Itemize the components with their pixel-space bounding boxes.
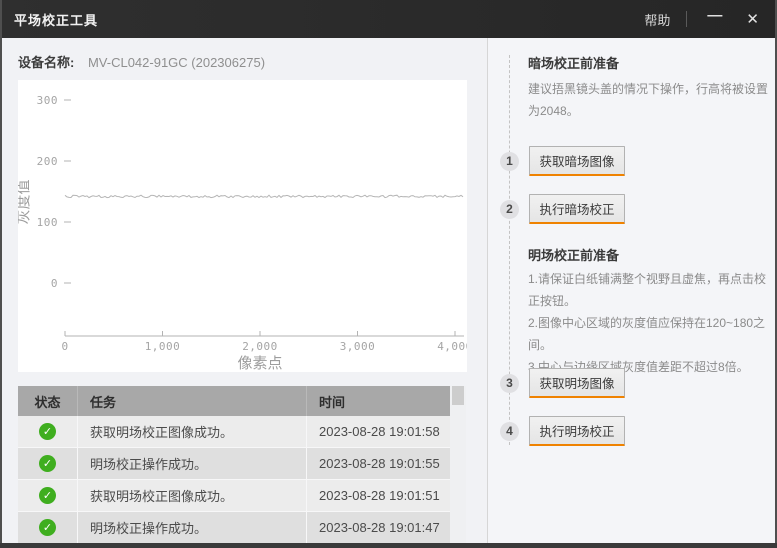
step-number-2: 2: [500, 200, 519, 219]
svg-text:4,000: 4,000: [437, 340, 467, 353]
device-name-label: 设备名称:: [18, 55, 74, 70]
step-number-3: 3: [500, 374, 519, 393]
bright-field-section-title: 明场校正前准备: [528, 245, 768, 264]
dark-field-description: 建议捂黑镜头盖的情况下操作，行高将被设置为2048。: [528, 78, 770, 122]
table-row[interactable]: ✓ 明场校正操作成功。 2023-08-28 19:01:47: [18, 512, 450, 544]
titlebar-separator: [686, 11, 687, 27]
bright-field-notes: 1.请保证白纸铺满整个视野且虚焦，再点击校正按钮。 2.图像中心区域的灰度值应保…: [528, 268, 770, 378]
step-4: 4 执行明场校正: [500, 416, 625, 446]
success-check-icon: ✓: [39, 519, 56, 536]
svg-text:0: 0: [61, 340, 68, 353]
panel-divider: [487, 38, 488, 548]
step-3: 3 获取明场图像: [500, 368, 625, 398]
device-name-value: MV-CL042-91GC (202306275): [88, 55, 265, 70]
bright-note-2: 2.图像中心区域的灰度值应保持在120~180之间。: [528, 312, 770, 356]
table-row[interactable]: ✓ 获取明场校正图像成功。 2023-08-28 19:01:51: [18, 480, 450, 512]
window-border-bottom: [0, 543, 777, 548]
svg-text:100: 100: [37, 216, 58, 229]
column-header-task: 任务: [78, 386, 307, 416]
execute-dark-correction-button[interactable]: 执行暗场校正: [529, 194, 625, 224]
log-task: 明场校正操作成功。: [78, 512, 307, 544]
device-name-row: 设备名称: MV-CL042-91GC (202306275): [18, 52, 265, 71]
dark-field-section-title: 暗场校正前准备: [528, 53, 768, 72]
svg-text:3,000: 3,000: [340, 340, 376, 353]
step-1: 1 获取暗场图像: [500, 146, 625, 176]
help-button[interactable]: 帮助: [644, 10, 670, 29]
log-time: 2023-08-28 19:01:55: [307, 448, 449, 480]
titlebar: 平场校正工具 帮助 — ✕: [0, 0, 777, 38]
log-task: 获取明场校正图像成功。: [78, 416, 307, 448]
svg-text:200: 200: [37, 155, 58, 168]
window-title: 平场校正工具: [14, 10, 98, 29]
table-row[interactable]: ✓ 明场校正操作成功。 2023-08-28 19:01:55: [18, 448, 450, 480]
steps-panel: 暗场校正前准备 建议捂黑镜头盖的情况下操作，行高将被设置为2048。 1 获取暗…: [488, 38, 777, 548]
svg-text:灰度值: 灰度值: [18, 179, 32, 224]
acquire-bright-image-button[interactable]: 获取明场图像: [529, 368, 625, 398]
table-header: 状态 任务 时间: [18, 386, 450, 416]
log-time: 2023-08-28 19:01:58: [307, 416, 449, 448]
minimize-icon[interactable]: —: [703, 11, 726, 27]
column-header-time: 时间: [307, 386, 449, 416]
log-task: 获取明场校正图像成功。: [78, 480, 307, 512]
step-2: 2 执行暗场校正: [500, 194, 625, 224]
chart-svg: 0 100 200 300 0 1,000 2,000 3,000 4,000 像素点 灰度值: [18, 80, 467, 372]
table-row[interactable]: ✓ 获取明场校正图像成功。 2023-08-28 19:01:58: [18, 416, 450, 448]
success-check-icon: ✓: [39, 423, 56, 440]
log-time: 2023-08-28 19:01:51: [307, 480, 449, 512]
success-check-icon: ✓: [39, 487, 56, 504]
close-icon[interactable]: ✕: [742, 10, 763, 28]
acquire-dark-image-button[interactable]: 获取暗场图像: [529, 146, 625, 176]
table-scrollbar[interactable]: [450, 386, 466, 543]
step-number-1: 1: [500, 152, 519, 171]
log-table: 状态 任务 时间 ✓ 获取明场校正图像成功。 2023-08-28 19:01:…: [18, 386, 450, 544]
svg-text:像素点: 像素点: [237, 355, 282, 372]
log-task: 明场校正操作成功。: [78, 448, 307, 480]
window-border-left: [0, 0, 2, 548]
execute-bright-correction-button[interactable]: 执行明场校正: [529, 416, 625, 446]
svg-text:2,000: 2,000: [242, 340, 278, 353]
success-check-icon: ✓: [39, 455, 56, 472]
gray-value-chart: 0 100 200 300 0 1,000 2,000 3,000 4,000 像素点 灰度值: [18, 80, 467, 372]
column-header-status: 状态: [18, 386, 78, 416]
main-panel: 设备名称: MV-CL042-91GC (202306275) 0 100 200 3…: [0, 38, 487, 548]
step-number-4: 4: [500, 422, 519, 441]
svg-text:1,000: 1,000: [145, 340, 181, 353]
svg-text:300: 300: [37, 94, 58, 107]
bright-note-1: 1.请保证白纸铺满整个视野且虚焦，再点击校正按钮。: [528, 268, 770, 312]
scrollbar-thumb[interactable]: [452, 386, 464, 405]
svg-text:0: 0: [51, 277, 58, 290]
titlebar-controls: 帮助 — ✕: [644, 10, 763, 29]
log-time: 2023-08-28 19:01:47: [307, 512, 449, 544]
